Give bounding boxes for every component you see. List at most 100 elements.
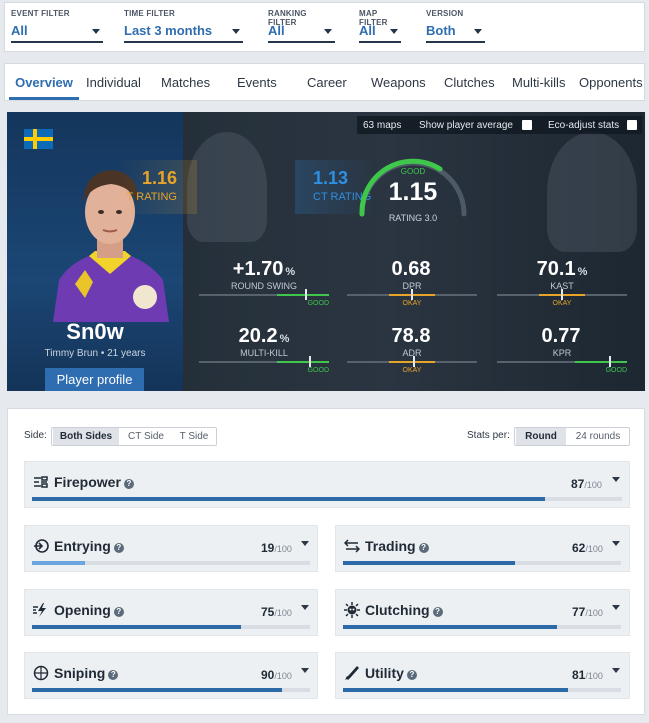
chevron-down-icon: [232, 29, 240, 34]
category-bar-fill: [343, 625, 558, 629]
stat-adr: 78.8 ADR OKAY: [347, 325, 477, 376]
rating-grade: GOOD: [400, 167, 426, 176]
eco-adjust-label: Eco-adjust stats: [548, 120, 620, 131]
category-sniping[interactable]: Sniping? 90/100: [24, 652, 318, 699]
category-bar: [32, 688, 310, 692]
player-realname-age: Timmy Brun • 21 years: [44, 348, 146, 359]
stat-label: ADR: [402, 348, 422, 358]
help-icon[interactable]: ?: [123, 479, 134, 489]
side-toggle: Both Sides CT Side T Side: [51, 427, 217, 446]
category-score: 90/100: [261, 668, 292, 682]
stat-value: 78.8: [391, 325, 431, 347]
category-score: 77/100: [572, 605, 603, 619]
trading-icon: [344, 539, 360, 553]
category-firepower[interactable]: Firepower? 87/100: [24, 461, 630, 508]
stat-bar: [347, 356, 477, 367]
tab-matches[interactable]: Matches: [161, 64, 210, 100]
category-entrying[interactable]: Entrying? 19/100: [24, 525, 318, 572]
time-filter-value: Last 3 months: [124, 23, 213, 38]
help-icon[interactable]: ?: [113, 543, 124, 553]
stat-bar: [497, 289, 627, 300]
side-ct-button[interactable]: CT Side: [121, 428, 171, 445]
time-filter-select[interactable]: Last 3 months: [124, 21, 243, 43]
help-icon[interactable]: ?: [432, 607, 443, 617]
map-filter-select[interactable]: All: [359, 21, 401, 43]
player-summary-hero: Sn0w Timmy Brun • 21 years Player profil…: [7, 112, 645, 391]
side-both-button[interactable]: Both Sides: [53, 428, 119, 445]
stat-label: KPR: [552, 348, 572, 358]
show-average-label: Show player average: [419, 120, 513, 131]
stats-per-toggle: Round 24 rounds: [514, 427, 630, 446]
tab-weapons[interactable]: Weapons: [371, 64, 426, 100]
stats-per-round-button[interactable]: Round: [516, 428, 566, 445]
category-bar-fill: [32, 688, 283, 692]
event-filter[interactable]: EVENT FILTER All: [11, 9, 103, 43]
help-icon[interactable]: ?: [406, 670, 417, 680]
player-card: Sn0w Timmy Brun • 21 years Player profil…: [7, 112, 183, 391]
chevron-down-icon[interactable]: [612, 477, 620, 482]
tab-multi-kills[interactable]: Multi-kills: [512, 64, 565, 100]
t-rating: 1.16 T RATING: [117, 160, 197, 214]
t-rating-value: 1.16: [141, 168, 177, 188]
chevron-down-icon[interactable]: [301, 605, 309, 610]
category-score: 19/100: [261, 541, 292, 555]
chevron-down-icon: [390, 29, 398, 34]
chevron-down-icon[interactable]: [301, 541, 309, 546]
firepower-icon: [34, 476, 48, 488]
category-bar: [32, 561, 310, 565]
tab-events[interactable]: Events: [237, 64, 277, 100]
category-trading[interactable]: Trading? 62/100: [335, 525, 630, 572]
sweden-flag-icon: [24, 129, 53, 149]
version-filter-select[interactable]: Both: [426, 21, 485, 43]
chevron-down-icon[interactable]: [612, 605, 620, 610]
player-nickname: Sn0w: [66, 319, 124, 344]
category-opening[interactable]: Opening? 75/100: [24, 589, 318, 636]
tab-clutches[interactable]: Clutches: [444, 64, 495, 100]
ranking-filter[interactable]: RANKING FILTER All: [268, 9, 335, 43]
background-soldier-right: [547, 132, 637, 252]
category-score: 87/100: [571, 477, 602, 491]
event-filter-select[interactable]: All: [11, 21, 103, 43]
help-icon[interactable]: ?: [418, 543, 429, 553]
stat-value: 70.1%: [536, 258, 588, 280]
category-bar: [32, 625, 310, 629]
stat-value: +1.70%: [232, 258, 296, 280]
stat-grade: GOOD: [307, 367, 329, 374]
maps-count: 63 maps: [363, 120, 402, 131]
help-icon[interactable]: ?: [108, 670, 119, 680]
chevron-down-icon[interactable]: [301, 668, 309, 673]
event-filter-value: All: [11, 23, 28, 38]
stats-per-label: Stats per:: [467, 430, 510, 441]
stat-grade: GOOD: [605, 367, 627, 374]
tab-overview[interactable]: Overview: [9, 64, 79, 100]
tab-individual[interactable]: Individual: [86, 64, 141, 100]
map-filter[interactable]: MAP FILTER All: [359, 9, 401, 43]
tab-opponents[interactable]: Opponents: [579, 64, 643, 100]
ranking-filter-select[interactable]: All: [268, 21, 335, 43]
stats-per-24-rounds-button[interactable]: 24 rounds: [567, 428, 629, 445]
version-filter[interactable]: VERSION Both: [426, 9, 485, 43]
category-clutching[interactable]: Clutching? 77/100: [335, 589, 630, 636]
stat-value: 0.77: [541, 325, 581, 347]
category-utility[interactable]: Utility? 81/100: [335, 652, 630, 699]
sniping-icon: [33, 665, 49, 681]
help-icon[interactable]: ?: [113, 607, 124, 617]
eco-adjust-checkbox[interactable]: [627, 120, 637, 130]
stat-dpr: 0.68 DPR OKAY: [347, 258, 477, 309]
category-bar: [343, 688, 621, 692]
chevron-down-icon[interactable]: [612, 668, 620, 673]
show-average-checkbox[interactable]: [522, 120, 532, 130]
stat-value: 20.2%: [238, 325, 290, 347]
tab-career[interactable]: Career: [307, 64, 347, 100]
side-t-button[interactable]: T Side: [173, 428, 215, 445]
map-filter-value: All: [359, 23, 376, 38]
category-name: Utility?: [365, 665, 417, 681]
player-profile-button[interactable]: Player profile: [45, 368, 144, 391]
chevron-down-icon[interactable]: [612, 541, 620, 546]
time-filter[interactable]: TIME FILTER Last 3 months: [124, 9, 243, 43]
stat-round-swing: +1.70% ROUND SWING GOOD: [199, 258, 329, 309]
t-rating-label: T RATING: [126, 191, 177, 203]
category-name: Entrying?: [54, 538, 124, 554]
category-bar-fill: [32, 625, 241, 629]
category-score: 81/100: [572, 668, 603, 682]
